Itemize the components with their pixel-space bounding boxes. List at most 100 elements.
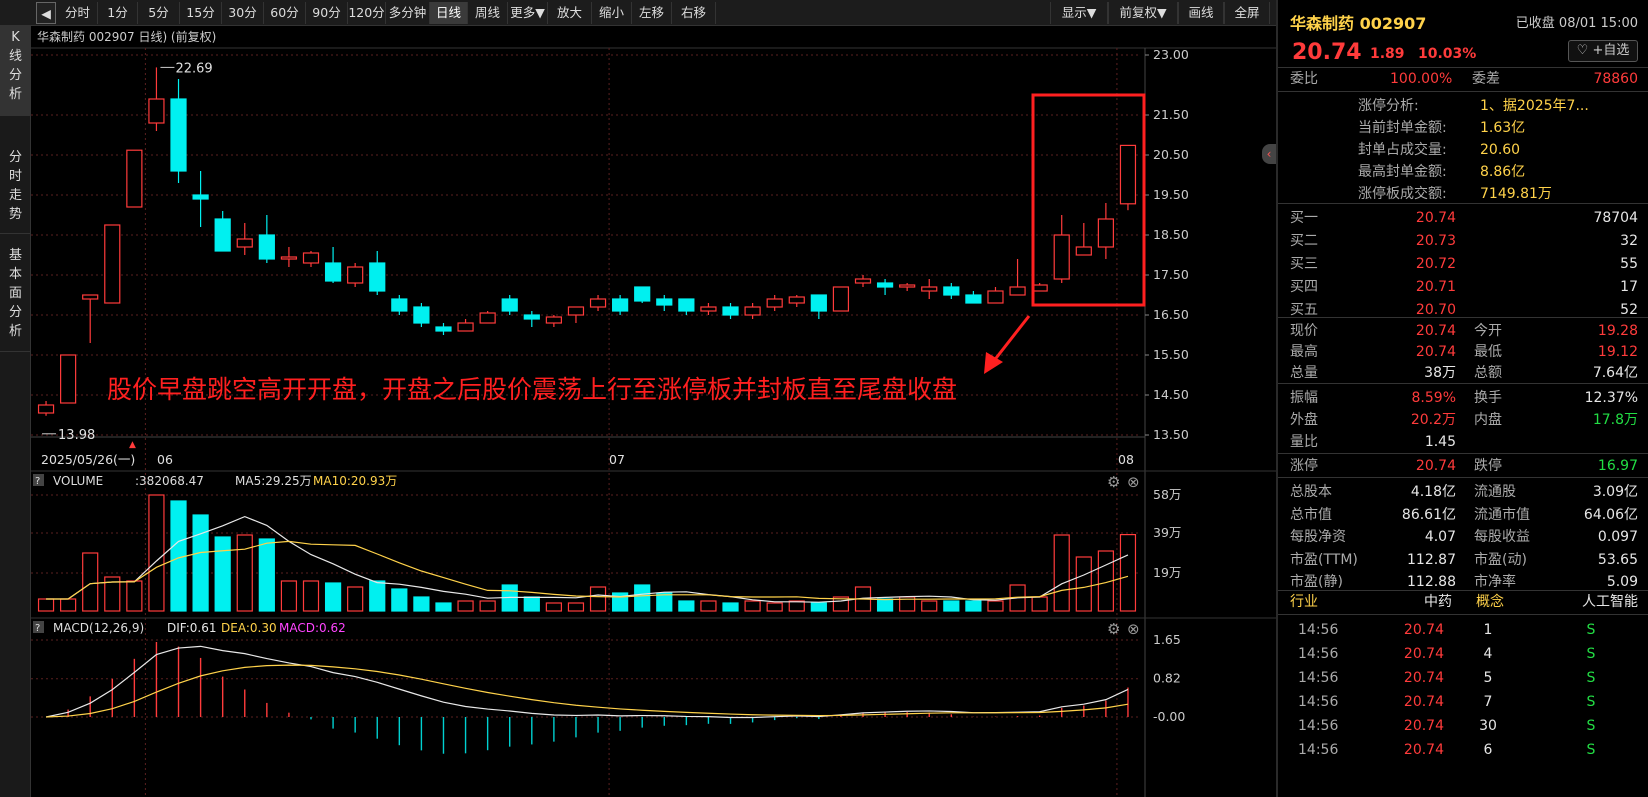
fundamental-value: 3.09亿: [1592, 484, 1638, 500]
candle-body: [280, 256, 298, 260]
toolbar-item-7[interactable]: 120分: [348, 2, 386, 24]
bid-quantity: 78704: [1593, 210, 1638, 226]
toolbar-item-15[interactable]: 右移: [672, 2, 716, 24]
stat2-label: 内盘: [1474, 412, 1502, 428]
current-price: 20.74: [1292, 40, 1362, 65]
candle-body: [413, 306, 430, 324]
toolbar-item-1[interactable]: 1分: [98, 2, 138, 24]
candle-body: [104, 224, 121, 304]
volume-bar: [37, 598, 55, 612]
volume-bar: [523, 596, 540, 612]
bid-price: 20.74: [1415, 210, 1456, 226]
toolbar-item-2[interactable]: 5分: [138, 2, 180, 24]
candle-body: [148, 98, 165, 124]
candle-body: [302, 252, 320, 264]
candle-body: [501, 298, 518, 312]
toolbar-item-8[interactable]: 多分钟: [386, 2, 430, 24]
bid-quantity: 55: [1620, 256, 1638, 272]
industry-value[interactable]: 中药: [1392, 590, 1452, 614]
toolbar-item-14[interactable]: 左移: [632, 2, 672, 24]
tick-price: 20.74: [1403, 670, 1444, 686]
market-status: 已收盘 08/01 15:00: [1515, 16, 1638, 31]
candle-body: [678, 298, 695, 312]
toolbar-item-13[interactable]: 缩小: [592, 2, 632, 24]
volume-bar: [1075, 556, 1092, 612]
add-watchlist-button[interactable]: ♡ +自选: [1568, 40, 1638, 62]
tab-intraday[interactable]: 分时走势: [0, 144, 31, 234]
stat2-value: 1.45: [1424, 434, 1456, 450]
volume-bar: [567, 602, 585, 612]
toolbar-right-item-3[interactable]: 全屏: [1224, 2, 1270, 24]
tick-side: S: [1586, 622, 1596, 638]
candle-body: [324, 262, 342, 282]
volume-bar: [148, 494, 165, 612]
stat2-value: 8.59%: [1411, 390, 1456, 406]
tab-k-line-analysis[interactable]: K线分析: [0, 26, 31, 116]
bid-level-label: 买一: [1290, 210, 1318, 226]
limit-analysis-value: 8.86亿: [1480, 164, 1526, 180]
volume-bar: [302, 580, 320, 612]
toolbar-item-0[interactable]: 分时: [58, 2, 98, 24]
toolbar-right-item-2[interactable]: 画线: [1178, 2, 1224, 24]
toolbar-item-9[interactable]: 日线: [430, 2, 468, 24]
tick-price: 20.74: [1403, 622, 1444, 638]
candle-body: [192, 194, 209, 200]
toolbar-item-10[interactable]: 周线: [468, 2, 508, 24]
volume-bar: [457, 600, 474, 612]
price-change-pct: 10.03%: [1418, 46, 1477, 62]
macd-value: MACD:0.62: [279, 621, 346, 635]
candle-body: [876, 282, 894, 288]
candle-body: [369, 262, 386, 292]
macd-close-icon[interactable]: ⊗: [1127, 620, 1140, 638]
candle-body: [634, 286, 651, 302]
bid-level-label: 买三: [1290, 256, 1318, 272]
toolbar-right-item-1[interactable]: 前复权▼: [1108, 2, 1178, 24]
k-ytick-label: 15.50: [1153, 347, 1189, 362]
industry-label: 行业: [1290, 594, 1318, 610]
bid-quantity: 32: [1620, 233, 1638, 249]
weicha-label: 委差: [1472, 71, 1500, 87]
price-change: 1.89: [1370, 46, 1405, 62]
collapse-right-panel-button[interactable]: ‹: [1262, 144, 1276, 164]
tick-price: 20.74: [1403, 742, 1444, 758]
side-tab-label-2: 基本面分析: [8, 248, 22, 339]
toolbar-item-3[interactable]: 15分: [180, 2, 222, 24]
tick-side: S: [1586, 694, 1596, 710]
volume-bar: [435, 602, 452, 612]
concept-value[interactable]: 人工智能: [1538, 590, 1638, 614]
volume-close-icon[interactable]: ⊗: [1127, 473, 1140, 491]
collapse-left-button[interactable]: ◀: [36, 2, 56, 24]
limit-analysis-key: 涨停分析:: [1358, 98, 1419, 114]
volume-bar: [943, 600, 960, 612]
volume-settings-icon[interactable]: ⚙: [1107, 473, 1120, 491]
candle-body: [987, 290, 1004, 304]
fundamental-label: 总股本: [1290, 484, 1332, 500]
side-tabs: K线分析 分时走势 基本面分析: [0, 26, 31, 797]
tick-time: 14:56: [1298, 742, 1339, 758]
toolbar-right-item-0[interactable]: 显示▼: [1050, 2, 1108, 24]
candle-body: [810, 294, 827, 312]
volume-bar: [126, 580, 143, 612]
candle-body: [479, 312, 496, 324]
toolbar-item-6[interactable]: 90分: [306, 2, 348, 24]
toolbar-item-4[interactable]: 30分: [222, 2, 264, 24]
k-ytick-label: 19.50: [1153, 187, 1189, 202]
fundamental-value: 4.18亿: [1410, 484, 1456, 500]
tab-fundamentals[interactable]: 基本面分析: [0, 242, 31, 352]
chart-area[interactable]: 华森制药 002907 日线) (前复权) 23.00 21.50 20.50 19.…: [31, 26, 1276, 797]
fundamental-label: 市盈(动): [1474, 551, 1527, 568]
stat-label: 总量: [1290, 365, 1318, 381]
stat2-value: 17.8万: [1592, 412, 1638, 428]
toolbar-item-11[interactable]: 更多▼: [508, 2, 548, 24]
stat2-value: 12.37%: [1584, 390, 1638, 406]
limit-value: 16.97: [1597, 458, 1638, 474]
macd-settings-icon[interactable]: ⚙: [1107, 620, 1120, 638]
stock-name: 华森制药 002907: [1290, 14, 1427, 33]
toolbar-item-12[interactable]: 放大: [548, 2, 592, 24]
limit-analysis-key: 当前封单金额:: [1358, 120, 1447, 136]
candle-body: [899, 284, 916, 288]
fundamental-value: 112.87: [1407, 551, 1456, 568]
toolbar-item-5[interactable]: 60分: [264, 2, 306, 24]
candle-body: [744, 306, 761, 316]
fundamental-value: 64.06亿: [1583, 506, 1638, 523]
